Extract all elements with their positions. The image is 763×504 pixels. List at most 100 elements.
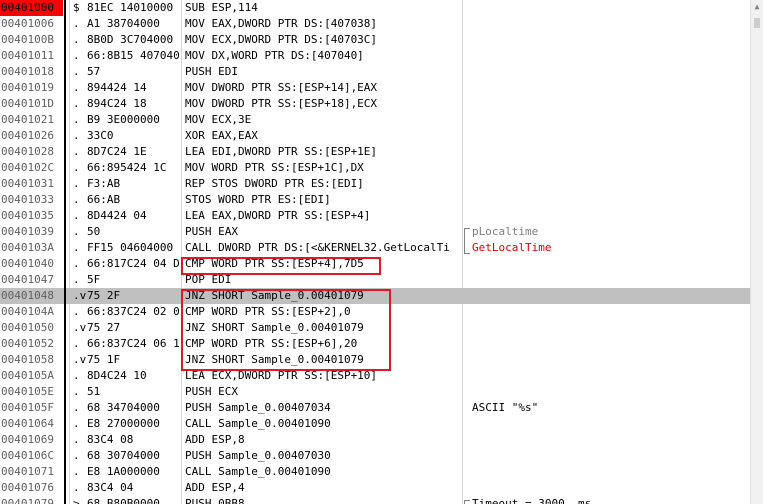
jump-marker-cell: . [73,481,80,494]
jump-marker-cell: . [73,225,80,238]
hex-dump-cell: 894424 14 [87,81,147,94]
disassembly-cell: PUSH EDI [185,65,238,78]
hex-dump-cell: 68 30704000 [87,449,160,462]
address-cell: 00401006 [1,17,54,30]
jump-marker-cell: . [73,401,80,414]
instruction-row[interactable]: 00401031. F3:AB REP STOS DWORD PTR ES:[EDI… [0,176,750,192]
hex-dump-cell: 75 1F [87,353,121,366]
jump-marker-cell: . [73,33,80,46]
instruction-row[interactable]: 0040103A. FF15 04604000 CALL DWORD PTR DS:… [0,240,750,256]
address-cell: 00401076 [1,481,54,494]
address-cell: 00401019 [1,81,54,94]
instruction-row[interactable]: 00401076. 83C4 04 ADD ESP,4 [0,480,750,496]
hex-dump-cell: 66:895424 1C [87,161,167,174]
address-cell: 00401031 [1,177,54,190]
address-cell: 0040103A [1,241,54,254]
instruction-row[interactable]: 00401018. 57 PUSH EDI [0,64,750,80]
hex-dump-cell: 8B0D 3C704000 [87,33,174,46]
address-cell: 00401018 [1,65,54,78]
instruction-row[interactable]: 00401071. E8 1A000000 CALL Sample_0.004010… [0,464,750,480]
hex-dump-cell: 894C24 18 [87,97,147,110]
jump-marker-cell: . [73,465,80,478]
hex-dump-cell: F3:AB [87,177,121,190]
instruction-row[interactable]: 00401028. 8D7C24 1E LEA EDI,DWORD PTR SS:[… [0,144,750,160]
jump-marker-cell: . [73,177,80,190]
address-cell: 00401026 [1,129,54,142]
jump-marker-cell: . [73,273,80,286]
triangle-up-icon[interactable]: ▲ [751,0,763,14]
instruction-row[interactable]: 00401079 > 68 B80B0000 PUSH 0BB8 Timeout = … [0,496,750,504]
hex-dump-cell: 66:8B15 407040 [87,49,180,62]
jump-marker-cell: . [73,449,80,462]
disassembly-cell: CALL Sample_0.00401090 [185,417,331,430]
hex-dump-cell: 83C4 08 [87,433,134,446]
disassembly-cell: MOV DX,WORD PTR DS:[407040] [185,49,364,62]
disassembly-cell: MOV EAX,DWORD PTR DS:[407038] [185,17,378,30]
disassembly-cell: LEA EDI,DWORD PTR SS:[ESP+1E] [185,145,378,158]
comment-cell: ASCII "%s" [472,401,539,414]
jump-marker-cell: . [73,241,80,254]
jump-marker-cell: . [73,305,80,318]
jump-marker-cell: .v [73,321,87,334]
hex-dump-cell: 57 [87,65,101,78]
address-cell: 0040105E [1,385,54,398]
disassembly-cell: STOS WORD PTR ES:[EDI] [185,193,331,206]
hex-dump-cell: E8 1A000000 [87,465,160,478]
jump-marker-cell: . [73,369,80,382]
address-cell: 0040105A [1,369,54,382]
address-cell: 00401028 [1,145,54,158]
hex-dump-cell: 50 [87,225,101,238]
jump-marker-cell: . [73,257,80,270]
address-cell: 00401048 [1,289,54,302]
disassembly-cell: MOV DWORD PTR SS:[ESP+18],ECX [185,97,378,110]
instruction-row[interactable]: 00401000 $81EC 14010000 SUB ESP,114 [0,0,750,16]
address-cell: 00401039 [1,225,54,238]
jump-marker-cell: . [73,385,80,398]
hex-dump-cell: 33C0 [87,129,114,142]
instruction-row[interactable]: 0040105E. 51 PUSH ECX [0,384,750,400]
hex-dump-cell: 81EC 14010000 [87,1,174,14]
instruction-row[interactable]: 00401035. 8D4424 04 LEA EAX,DWORD PTR SS:[… [0,208,750,224]
highlight-box-cmp-year [181,257,381,275]
instruction-row[interactable]: 00401006. A1 38704000 MOV EAX,DWORD PTR DS… [0,16,750,32]
instruction-row[interactable]: 00401021. B9 3E000000 MOV ECX,3E [0,112,750,128]
hex-dump-cell: 8D4424 04 [87,209,147,222]
instruction-row[interactable]: 0040101D. 894C24 18 MOV DWORD PTR SS:[ESP+… [0,96,750,112]
address-cell: 00401047 [1,273,54,286]
scrollbar-thumb[interactable] [754,18,760,28]
instruction-row[interactable]: 0040102C. 66:895424 1C MOV WORD PTR SS:[ES… [0,160,750,176]
disassembly-cell: PUSH 0BB8 [185,497,245,504]
hex-dump-cell: 8D4C24 10 [87,369,147,382]
jump-marker-cell: .v [73,289,87,302]
address-cell: 00401021 [1,113,54,126]
disassembly-pane[interactable]: 00401000 $81EC 14010000 SUB ESP,114 0040100… [0,0,750,504]
jump-marker-cell: . [73,209,80,222]
jump-marker-cell: . [73,49,80,62]
instruction-row[interactable]: 00401033. 66:AB STOS WORD PTR ES:[EDI] [0,192,750,208]
jump-marker-cell: . [73,129,80,142]
instruction-row[interactable]: 00401019. 894424 14 MOV DWORD PTR SS:[ESP+… [0,80,750,96]
instruction-row[interactable]: 00401011. 66:8B15 407040 MOV DX,WORD PTR D… [0,48,750,64]
comment-cell: GetLocalTime [472,241,552,254]
instruction-row[interactable]: 00401039. 50 PUSH EAX pLocaltime [0,224,750,240]
hex-dump-cell: 5F [87,273,101,286]
jump-marker-cell: . [73,113,80,126]
disassembly-cell: MOV ECX,3E [185,113,252,126]
instruction-row[interactable]: 00401064. E8 27000000 CALL Sample_0.004010… [0,416,750,432]
instruction-row[interactable]: 0040106C. 68 30704000 PUSH Sample_0.004070… [0,448,750,464]
vertical-scrollbar[interactable]: ▲ [750,0,763,504]
instruction-row[interactable]: 0040105F. 68 34704000 PUSH Sample_0.004070… [0,400,750,416]
call-arguments-brace [464,228,470,254]
disassembly-cell: REP STOS DWORD PTR ES:[EDI] [185,177,364,190]
jump-marker-cell: . [73,193,80,206]
jump-marker-cell: .v [73,353,87,366]
comment-cell: Timeout = 3000. ms [472,497,592,504]
instruction-row[interactable]: 0040100B. 8B0D 3C704000 MOV ECX,DWORD PTR … [0,32,750,48]
jump-marker-cell: . [73,161,80,174]
address-cell: 00401052 [1,337,54,350]
jump-marker-cell: . [73,81,80,94]
disassembly-cell: ADD ESP,4 [185,481,245,494]
instruction-row[interactable]: 00401069. 83C4 08 ADD ESP,8 [0,432,750,448]
instruction-row[interactable]: 00401026. 33C0 XOR EAX,EAX [0,128,750,144]
address-cell: 0040104A [1,305,54,318]
